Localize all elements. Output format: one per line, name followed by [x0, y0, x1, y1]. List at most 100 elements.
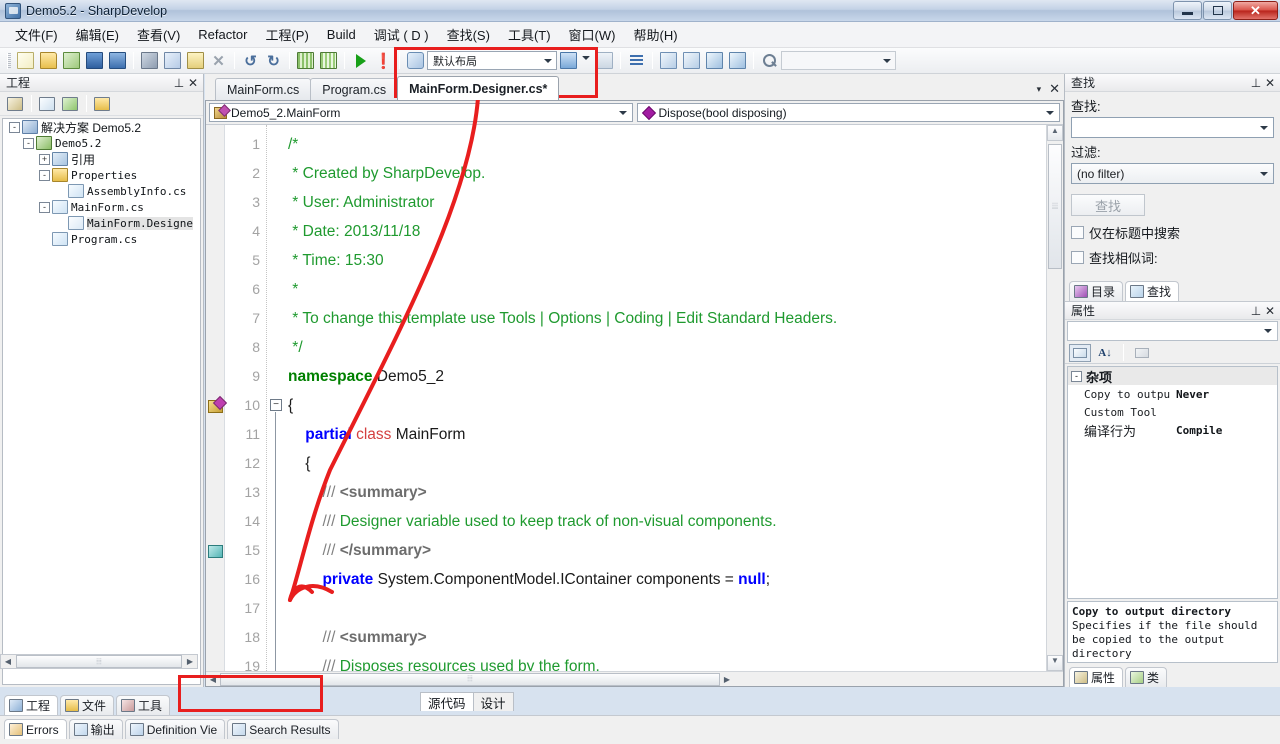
search-similar-words-checkbox[interactable]	[1071, 251, 1084, 264]
scroll-left-arrow-icon[interactable]: ◀	[206, 675, 220, 684]
property-value[interactable]: Compile	[1176, 424, 1222, 437]
clear-bookmarks-button[interactable]	[727, 50, 748, 71]
tree-node-references[interactable]: + 引用	[3, 151, 200, 167]
property-category-row[interactable]: - 杂项	[1068, 367, 1277, 385]
tree-node-mainform-designer[interactable]: MainForm.Designe	[3, 215, 200, 231]
view-tab-source[interactable]: 源代码	[420, 692, 474, 711]
project-tree[interactable]: - 解决方案 Demo5.2 - Demo5.2 + 引用 - Properti…	[2, 118, 201, 685]
editor-icon-margin[interactable]	[206, 125, 225, 671]
menu-debug[interactable]: 调试 ( D )	[365, 21, 438, 48]
expander-icon[interactable]: -	[1071, 370, 1082, 382]
menu-edit[interactable]: 编辑(E)	[67, 21, 128, 48]
expander-icon[interactable]: -	[39, 169, 50, 181]
open-project-button[interactable]	[61, 50, 82, 71]
scrollbar-thumb[interactable]: ⦙⦙⦙	[220, 672, 720, 686]
pad-tab-files[interactable]: 文件	[60, 695, 115, 715]
expander-icon[interactable]: -	[9, 121, 20, 133]
code-text-area[interactable]: 1234567891011121314151617181920 − /* * C…	[206, 125, 1063, 671]
paste-button[interactable]	[185, 50, 206, 71]
view-tab-design[interactable]: 设计	[472, 692, 514, 711]
project-pad-hscrollbar[interactable]: ◀ ⦙⦙⦙ ▶	[0, 654, 198, 669]
scrollbar-thumb[interactable]: ⦙⦙⦙	[1048, 144, 1062, 269]
menu-search[interactable]: 查找(S)	[438, 21, 499, 48]
expander-icon[interactable]: -	[39, 201, 50, 213]
tree-node-project[interactable]: - Demo5.2	[3, 135, 200, 151]
search-similar-words-row[interactable]: 查找相似词:	[1065, 245, 1280, 270]
search-titles-only-checkbox[interactable]	[1071, 226, 1084, 239]
copy-button[interactable]	[162, 50, 183, 71]
close-icon[interactable]: ✕	[186, 76, 200, 90]
window-list-button[interactable]	[658, 50, 679, 71]
fold-toggle-icon[interactable]: −	[270, 399, 282, 411]
status-tab-errors[interactable]: Errors	[4, 719, 67, 739]
show-all-files-button[interactable]	[36, 94, 58, 114]
expander-icon[interactable]: -	[23, 137, 34, 149]
cut-button[interactable]	[139, 50, 160, 71]
search-titles-only-row[interactable]: 仅在标题中搜索	[1065, 220, 1280, 245]
scrollbar-thumb[interactable]: ⦙⦙⦙	[16, 655, 182, 668]
pad-tab-classes[interactable]: 类	[1125, 667, 1168, 687]
doc-tab-program[interactable]: Program.cs	[310, 78, 399, 100]
menu-view[interactable]: 查看(V)	[128, 21, 189, 48]
save-all-button[interactable]	[107, 50, 128, 71]
search-input[interactable]	[1071, 117, 1274, 138]
tree-node-assemblyinfo[interactable]: AssemblyInfo.cs	[3, 183, 200, 199]
toggle-lines-button[interactable]	[626, 50, 647, 71]
menu-file[interactable]: 文件(F)	[6, 21, 67, 48]
scroll-left-arrow-icon[interactable]: ◀	[1, 657, 15, 666]
filter-select[interactable]: (no filter)	[1071, 163, 1274, 184]
menu-window[interactable]: 窗口(W)	[560, 21, 625, 48]
minimize-button[interactable]	[1173, 1, 1202, 20]
menu-tools[interactable]: 工具(T)	[499, 21, 560, 48]
class-combo[interactable]: Demo5_2.MainForm	[209, 103, 633, 122]
editor-hscrollbar[interactable]: ◀ ⦙⦙⦙ ▶	[206, 671, 1063, 686]
find-button[interactable]: 查找	[1071, 194, 1145, 216]
tree-node-program[interactable]: Program.cs	[3, 231, 200, 247]
property-value[interactable]: Never	[1176, 388, 1209, 401]
menu-build[interactable]: Build	[318, 23, 365, 46]
stop-button[interactable]: ❗	[373, 50, 394, 71]
property-grid[interactable]: - 杂项 Copy to outpu Never Custom Tool 编译行…	[1067, 366, 1278, 599]
scroll-down-arrow-icon[interactable]: ▼	[1047, 655, 1063, 671]
expander-icon[interactable]: +	[39, 153, 50, 165]
layout-combo-icon-button[interactable]	[405, 50, 426, 71]
menu-project[interactable]: 工程(P)	[256, 21, 317, 48]
property-pages-button[interactable]	[1131, 344, 1153, 362]
layout-combo[interactable]: 默认布局	[427, 51, 557, 70]
editor-vscrollbar[interactable]: ▲ ⦙⦙⦙ ▼	[1046, 125, 1063, 671]
close-icon[interactable]: ✕	[1049, 81, 1060, 97]
toolbar-grip[interactable]	[7, 52, 11, 69]
fold-margin[interactable]: −	[266, 125, 288, 671]
pin-icon[interactable]: ⊥	[172, 76, 186, 90]
help-tab-contents[interactable]: 目录	[1069, 281, 1124, 301]
chevron-down-icon[interactable]	[1264, 329, 1272, 333]
scroll-right-arrow-icon[interactable]: ▶	[720, 675, 734, 684]
property-row[interactable]: Copy to outpu Never	[1068, 385, 1277, 403]
open-file-button[interactable]	[38, 50, 59, 71]
next-bookmark-button[interactable]	[704, 50, 725, 71]
navigate-forward-button[interactable]	[594, 50, 615, 71]
tree-node-properties[interactable]: - Properties	[3, 167, 200, 183]
new-file-button[interactable]	[15, 50, 36, 71]
rebuild-button[interactable]	[318, 50, 339, 71]
pad-tab-tools[interactable]: 工具	[116, 695, 171, 715]
categorized-button[interactable]	[1069, 343, 1091, 362]
status-tab-definition[interactable]: Definition Vie	[124, 719, 226, 739]
pad-tab-properties[interactable]: 属性	[1069, 667, 1124, 687]
tree-node-solution[interactable]: - 解决方案 Demo5.2	[3, 119, 200, 135]
doc-tab-mainform-designer[interactable]: MainForm.Designer.cs*	[397, 76, 560, 100]
chevron-down-icon[interactable]	[1260, 125, 1268, 130]
refresh-button[interactable]	[59, 94, 81, 114]
chevron-down-icon[interactable]: ▾	[1037, 84, 1042, 95]
property-object-combo[interactable]	[1067, 321, 1278, 341]
close-icon[interactable]: ✕	[1263, 76, 1277, 90]
undo-button[interactable]: ↺	[240, 50, 261, 71]
navigate-back-dropdown[interactable]	[581, 50, 592, 71]
maximize-button[interactable]	[1203, 1, 1232, 20]
help-tab-search[interactable]: 查找	[1125, 281, 1180, 301]
navigate-back-button[interactable]	[558, 50, 579, 71]
tree-node-mainform[interactable]: - MainForm.cs	[3, 199, 200, 215]
chevron-down-icon[interactable]	[1260, 171, 1268, 176]
open-folder-button[interactable]	[91, 94, 113, 114]
prev-bookmark-button[interactable]	[681, 50, 702, 71]
